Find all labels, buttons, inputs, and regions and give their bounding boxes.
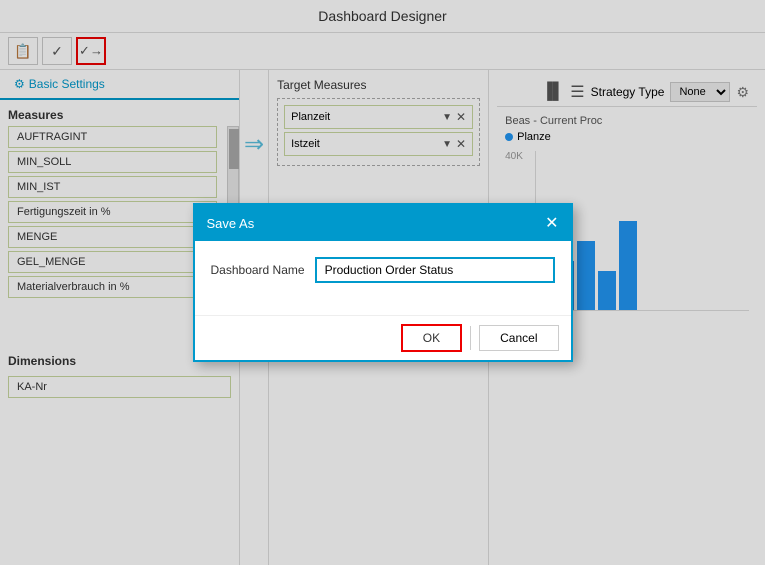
modal-title: Save As bbox=[207, 216, 255, 231]
cancel-button[interactable]: Cancel bbox=[479, 325, 558, 351]
modal-body: Dashboard Name bbox=[195, 241, 571, 315]
modal-footer: OK Cancel bbox=[195, 315, 571, 360]
modal-close-button[interactable]: ✕ bbox=[545, 213, 558, 233]
save-as-dialog: Save As ✕ Dashboard Name OK Cancel bbox=[193, 203, 573, 362]
ok-button[interactable]: OK bbox=[401, 324, 462, 352]
footer-divider bbox=[470, 326, 471, 350]
modal-header: Save As ✕ bbox=[195, 205, 571, 241]
dashboard-name-input[interactable] bbox=[315, 257, 555, 283]
dashboard-name-label: Dashboard Name bbox=[211, 263, 305, 277]
dashboard-name-field: Dashboard Name bbox=[211, 257, 555, 283]
modal-overlay: Save As ✕ Dashboard Name OK Cancel bbox=[0, 0, 765, 565]
